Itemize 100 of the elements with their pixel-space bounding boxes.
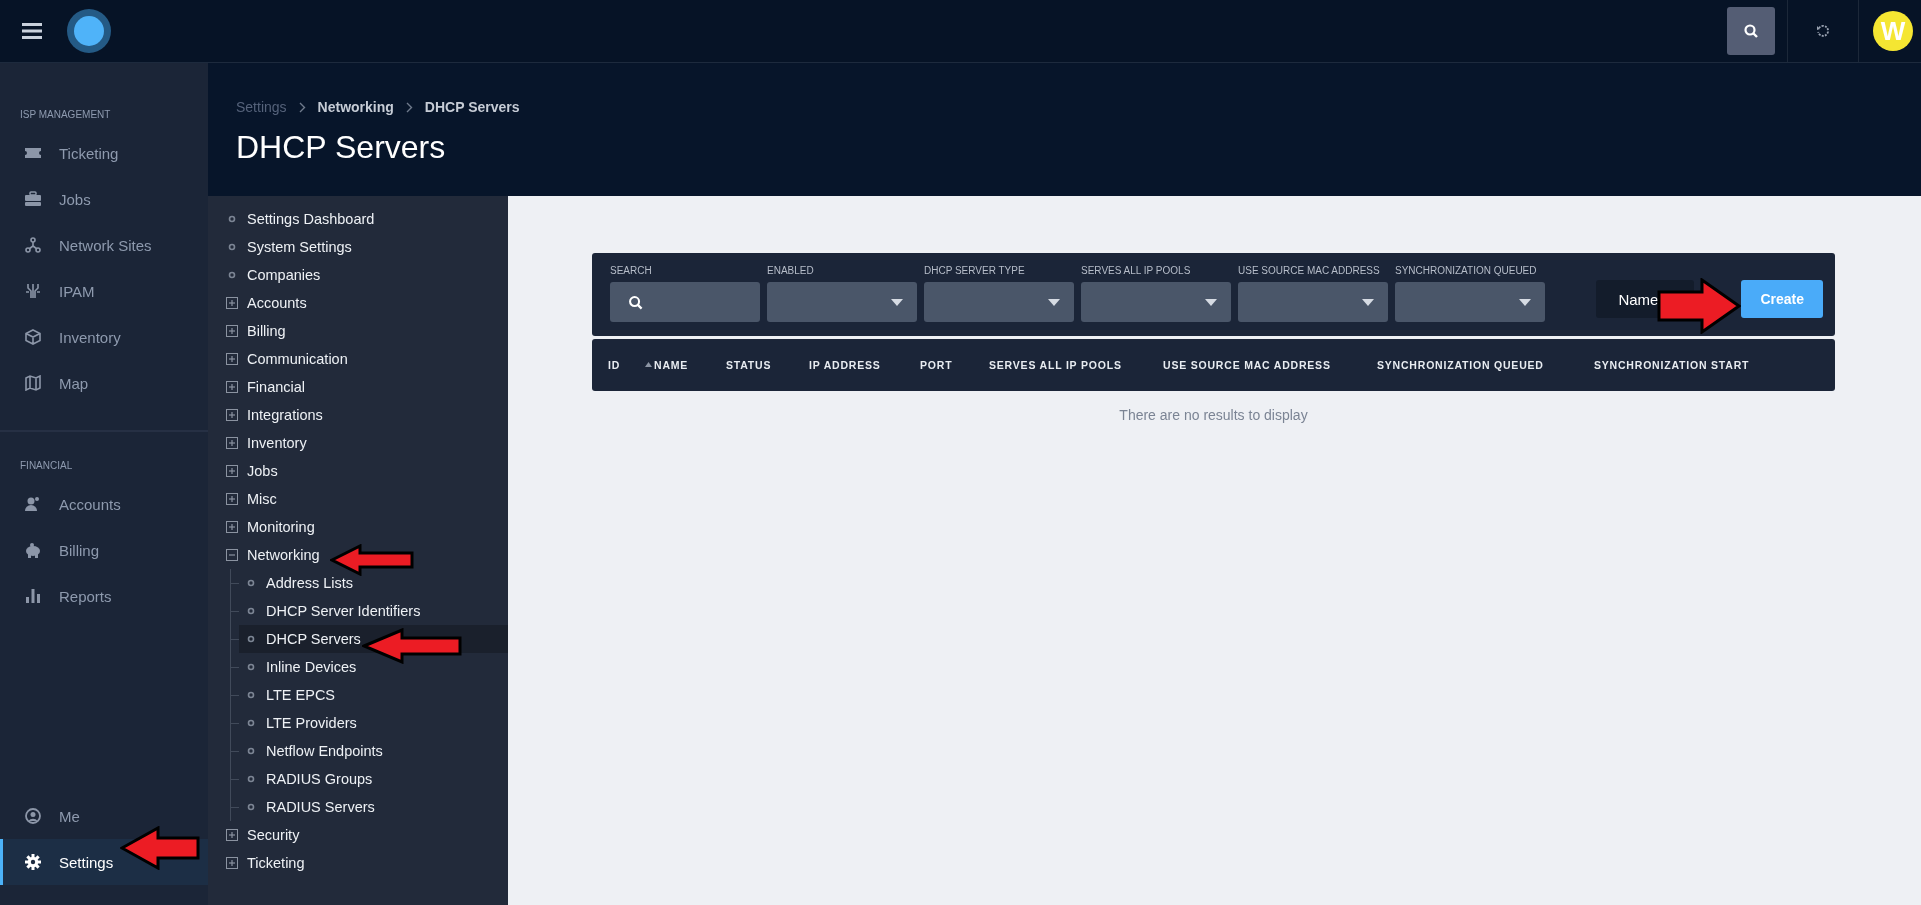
map-icon [25, 375, 41, 391]
piggy-bank-icon [25, 542, 41, 558]
tree-item[interactable]: Misc [226, 485, 508, 513]
caret-icon [1362, 298, 1374, 306]
expand-icon[interactable] [226, 409, 238, 421]
search-button[interactable] [1727, 7, 1775, 55]
tree-item[interactable]: Address Lists [239, 569, 508, 597]
caret-icon [1205, 298, 1217, 306]
nav-item[interactable]: Inventory [0, 314, 208, 360]
tree-item[interactable]: Accounts [226, 289, 508, 317]
bullet-icon [245, 801, 257, 813]
tree-item[interactable]: Networking [226, 541, 508, 569]
tree-item[interactable]: Netflow Endpoints [239, 737, 508, 765]
breadcrumb-current: DHCP Servers [424, 99, 520, 115]
search-icon [628, 294, 643, 310]
bullet-icon [245, 661, 257, 673]
search-field[interactable] [610, 282, 760, 322]
column-header[interactable]: NAME [645, 359, 726, 371]
tree-item[interactable]: Billing [226, 317, 508, 345]
chevron-right-icon [298, 101, 306, 113]
tree-item[interactable]: Inline Devices [239, 653, 508, 681]
briefcase-icon [25, 191, 41, 207]
nav-item[interactable]: Map [0, 360, 208, 406]
bullet-icon [245, 689, 257, 701]
column-header[interactable]: PORT [920, 359, 989, 371]
tree-item[interactable]: LTE Providers [239, 709, 508, 737]
settings-icon [25, 854, 41, 870]
tree-item[interactable]: Monitoring [226, 513, 508, 541]
chip-icon [25, 283, 41, 299]
tree-item[interactable]: RADIUS Servers [239, 793, 508, 821]
tree-item[interactable]: Ticketing [226, 849, 508, 877]
expand-icon[interactable] [226, 353, 238, 365]
breadcrumb-link[interactable]: Networking [317, 99, 394, 115]
bullet-icon [245, 773, 257, 785]
bullet-icon [226, 213, 238, 225]
tree-item[interactable]: Companies [226, 261, 508, 289]
caret-icon [1048, 298, 1060, 306]
ticket-icon [25, 145, 41, 161]
nav-item[interactable]: Jobs [0, 176, 208, 222]
bullet-icon [226, 241, 238, 253]
column-header[interactable]: IP ADDRESS [809, 359, 920, 371]
column-header[interactable]: STATUS [726, 359, 809, 371]
logo-icon[interactable] [67, 9, 111, 53]
nav-item[interactable]: Network Sites [0, 222, 208, 268]
expand-icon[interactable] [226, 297, 238, 309]
sort-icon [645, 362, 652, 368]
expand-icon[interactable] [226, 493, 238, 505]
bullet-icon [245, 605, 257, 617]
search-icon [1743, 23, 1759, 39]
tree-item[interactable]: DHCP Server Identifiers [239, 597, 508, 625]
expand-icon[interactable] [226, 829, 238, 841]
section-heading: FINANCIAL [19, 460, 74, 473]
nav-item[interactable]: Billing [0, 527, 208, 573]
bar-chart-icon [25, 588, 41, 604]
column-header[interactable]: ID [608, 359, 645, 371]
caret-icon [891, 298, 903, 306]
tree-item[interactable]: Settings Dashboard [226, 205, 508, 233]
filter-label: SERVES ALL IP POOLS [1081, 265, 1192, 276]
filter-label: SYNCHRONIZATION QUEUED [1395, 265, 1538, 276]
tree-item[interactable]: RADIUS Groups [239, 765, 508, 793]
tree-item[interactable]: System Settings [226, 233, 508, 261]
nav-item[interactable]: Accounts [0, 481, 208, 527]
expand-icon[interactable] [226, 521, 238, 533]
column-header[interactable]: SYNCHRONIZATION START [1594, 359, 1814, 371]
filter-label: ENABLED [767, 265, 815, 276]
bullet-icon [245, 717, 257, 729]
filter-label: USE SOURCE MAC ADDRESS [1238, 265, 1381, 276]
network-icon [25, 237, 41, 253]
nav-item[interactable]: Ticketing [0, 130, 208, 176]
filter-label: DHCP SERVER TYPE [924, 265, 1026, 276]
expand-icon[interactable] [226, 381, 238, 393]
expand-icon[interactable] [226, 465, 238, 477]
tree-item[interactable]: Inventory [226, 429, 508, 457]
column-header[interactable]: SERVES ALL IP POOLS [989, 359, 1163, 371]
tree-item[interactable]: Jobs [226, 457, 508, 485]
users-icon [25, 496, 41, 512]
expand-icon[interactable] [226, 325, 238, 337]
page-title: DHCP Servers [236, 129, 447, 166]
tree-item[interactable]: Integrations [226, 401, 508, 429]
nav-item[interactable]: IPAM [0, 268, 208, 314]
column-header[interactable]: SYNCHRONIZATION QUEUED [1377, 359, 1594, 371]
tree-item[interactable]: Financial [226, 373, 508, 401]
tree-item[interactable]: Communication [226, 345, 508, 373]
user-circle-icon [25, 808, 41, 824]
tree-item[interactable]: LTE EPCS [239, 681, 508, 709]
empty-message: There are no results to display [1118, 407, 1309, 423]
column-header[interactable]: USE SOURCE MAC ADDRESS [1163, 359, 1377, 371]
bullet-icon [245, 633, 257, 645]
filter-label: SEARCH [610, 265, 653, 276]
bullet-icon [226, 269, 238, 281]
expand-icon[interactable] [226, 857, 238, 869]
expand-icon[interactable] [226, 437, 238, 449]
cube-icon [25, 329, 41, 345]
tree-item[interactable]: Security [226, 821, 508, 849]
nav-item[interactable]: Me [0, 793, 208, 839]
history-icon[interactable] [1816, 24, 1830, 38]
bullet-icon [245, 577, 257, 589]
collapse-icon[interactable] [226, 549, 238, 561]
nav-item[interactable]: Reports [0, 573, 208, 619]
menu-icon[interactable] [22, 23, 42, 39]
